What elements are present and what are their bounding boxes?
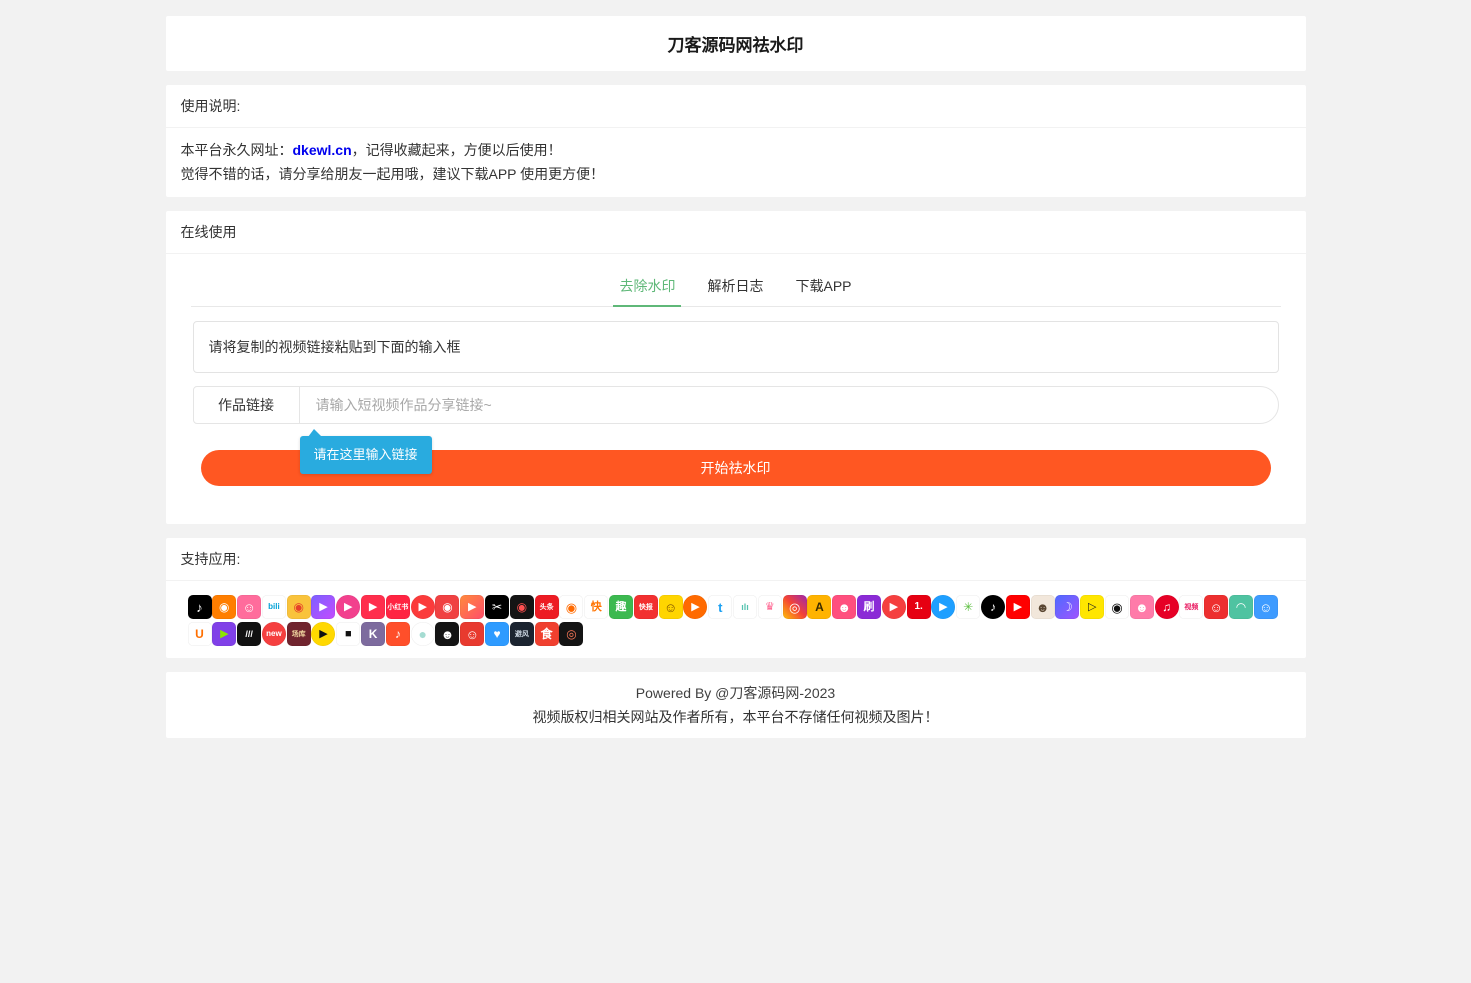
app-icon: ◉ bbox=[510, 595, 534, 619]
usage-body: 本平台永久网址：dkewl.cn，记得收藏起来，方便以后使用！ 觉得不错的话，请… bbox=[166, 128, 1306, 197]
uc-browser-icon: U bbox=[188, 622, 212, 646]
app-icon: ● bbox=[411, 622, 435, 646]
app-icon: ▶ bbox=[683, 595, 707, 619]
online-card: 在线使用 去除水印解析日志下载APP 请将复制的视频链接粘贴到下面的输入框 作品… bbox=[166, 211, 1306, 524]
app-icon: ▶ bbox=[336, 595, 360, 619]
app-icon: ılı bbox=[733, 595, 757, 619]
app-icon: ◠ bbox=[1229, 595, 1253, 619]
tab-parse-log[interactable]: 解析日志 bbox=[691, 266, 779, 306]
usage-line2: 觉得不错的话，请分享给朋友一起用哦，建议下载APP 使用更方便！ bbox=[181, 162, 1291, 186]
app-icon: ◉ bbox=[1105, 595, 1129, 619]
pipixia-icon: ☺ bbox=[237, 595, 261, 619]
xiaohongshu-icon: 小红书 bbox=[386, 595, 410, 619]
kuaishou-icon: ◉ bbox=[212, 595, 236, 619]
footer-card: Powered By @刀客源码网-2023 视频版权归相关网站及作者所有，本平… bbox=[166, 672, 1306, 738]
bilibili-icon: bili bbox=[262, 595, 286, 619]
app-icon: /// bbox=[237, 622, 261, 646]
pear-video-icon: ▷ bbox=[1080, 595, 1104, 619]
footer-copyright: 视频版权归相关网站及作者所有，本平台不存储任何视频及图片！ bbox=[166, 705, 1306, 729]
video-link-input[interactable] bbox=[300, 387, 1278, 423]
youtube-icon: ▶ bbox=[1006, 595, 1030, 619]
kuaibao-icon: 快报 bbox=[634, 595, 658, 619]
huoshan-icon: ▶ bbox=[411, 595, 435, 619]
usage-card: 使用说明: 本平台永久网址：dkewl.cn，记得收藏起来，方便以后使用！ 觉得… bbox=[166, 85, 1306, 197]
usage-line1-prefix: 本平台永久网址： bbox=[181, 142, 293, 158]
app-icon: ☻ bbox=[435, 622, 459, 646]
app-icon: ◎ bbox=[559, 622, 583, 646]
online-header: 在线使用 bbox=[166, 211, 1306, 254]
input-hint-tooltip: 请在这里输入链接 bbox=[300, 436, 432, 474]
app-icon: ◉ bbox=[559, 595, 583, 619]
app-icon: ✳ bbox=[956, 595, 980, 619]
apps-card: 支持应用: ♪◉☺bili◉▶▶▶小红书▶◉▶✂◉头条◉快趣快报☺▶tılı♛◎… bbox=[166, 538, 1306, 658]
douyin-icon: ♪ bbox=[188, 595, 212, 619]
app-icon: 避风 bbox=[510, 622, 534, 646]
link-input-label: 作品链接 bbox=[194, 387, 300, 423]
page-container: 刀客源码网祛水印 使用说明: 本平台永久网址：dkewl.cn，记得收藏起来，方… bbox=[166, 0, 1306, 738]
app-icon: 食 bbox=[535, 622, 559, 646]
app-icon: new bbox=[262, 622, 286, 646]
app-row-1: ♪◉☺bili◉▶▶▶小红书▶◉▶✂◉头条◉快趣快报☺▶tılı♛◎A☻刷▶1.… bbox=[188, 595, 1284, 619]
app-icon: ♥ bbox=[485, 622, 509, 646]
usage-line1-suffix: ，记得收藏起来，方便以后使用！ bbox=[352, 142, 562, 158]
tabs: 去除水印解析日志下载APP bbox=[191, 266, 1281, 307]
app-icon: ■ bbox=[336, 622, 360, 646]
app-row-2: U▶///new场库▶■K♪●☻☺♥避风食◎ bbox=[188, 622, 1284, 646]
apps-header: 支持应用: bbox=[166, 538, 1306, 581]
acfun-icon: A bbox=[807, 595, 831, 619]
app-icon: ♪ bbox=[386, 622, 410, 646]
online-body: 去除水印解析日志下载APP 请将复制的视频链接粘贴到下面的输入框 作品链接 请在… bbox=[166, 266, 1306, 524]
app-icon: ♪ bbox=[981, 595, 1005, 619]
usage-line1: 本平台永久网址：dkewl.cn，记得收藏起来，方便以后使用！ bbox=[181, 138, 1291, 162]
tab-remove-watermark[interactable]: 去除水印 bbox=[603, 266, 691, 306]
app-icon: ▶ bbox=[931, 595, 955, 619]
twitter-icon: t bbox=[708, 595, 732, 619]
weishi-icon: ▶ bbox=[311, 595, 335, 619]
app-icon: ☺ bbox=[460, 622, 484, 646]
xigua-icon: ▶ bbox=[460, 595, 484, 619]
app-icon: ▶ bbox=[361, 595, 385, 619]
soul-icon: ☽ bbox=[1055, 595, 1079, 619]
app-icon: ☺ bbox=[1204, 595, 1228, 619]
header-card: 刀客源码网祛水印 bbox=[166, 16, 1306, 71]
app-icon: K bbox=[361, 622, 385, 646]
app-icon: ▶ bbox=[212, 622, 236, 646]
app-icon: 快 bbox=[584, 595, 608, 619]
app-icon: 视频 bbox=[1179, 595, 1203, 619]
usage-header: 使用说明: bbox=[166, 85, 1306, 128]
toutiao-icon: 头条 bbox=[535, 595, 559, 619]
instagram-icon: ◎ bbox=[783, 595, 807, 619]
app-icon: ☺ bbox=[659, 595, 683, 619]
changku-icon: 场库 bbox=[287, 622, 311, 646]
qutoutiao-icon: 趣 bbox=[609, 595, 633, 619]
apps-body: ♪◉☺bili◉▶▶▶小红书▶◉▶✂◉头条◉快趣快报☺▶tılı♛◎A☻刷▶1.… bbox=[166, 581, 1306, 658]
app-icon: ▶ bbox=[311, 622, 335, 646]
button-wrap: 请在这里输入链接 开始祛水印 bbox=[201, 450, 1271, 486]
app-icon: ▶ bbox=[882, 595, 906, 619]
zuiyou-icon: ☻ bbox=[832, 595, 856, 619]
yidian-icon: 1. bbox=[907, 595, 931, 619]
app-icon: ◉ bbox=[435, 595, 459, 619]
paste-notice: 请将复制的视频链接粘贴到下面的输入框 bbox=[193, 321, 1279, 373]
app-icon: ☻ bbox=[1031, 595, 1055, 619]
permanent-url-link[interactable]: dkewl.cn bbox=[293, 142, 352, 158]
footer-powered-by: Powered By @刀客源码网-2023 bbox=[166, 681, 1306, 705]
netease-music-icon: ♫ bbox=[1155, 595, 1179, 619]
jianying-icon: ✂ bbox=[485, 595, 509, 619]
meitu-icon: ♛ bbox=[758, 595, 782, 619]
link-input-group: 作品链接 bbox=[193, 386, 1279, 424]
tab-download-app[interactable]: 下载APP bbox=[779, 266, 867, 306]
app-icon: ☻ bbox=[1130, 595, 1154, 619]
page-title: 刀客源码网祛水印 bbox=[166, 31, 1306, 56]
weibo-icon: ◉ bbox=[287, 595, 311, 619]
app-icon: ☺ bbox=[1254, 595, 1278, 619]
shuabao-icon: 刷 bbox=[857, 595, 881, 619]
